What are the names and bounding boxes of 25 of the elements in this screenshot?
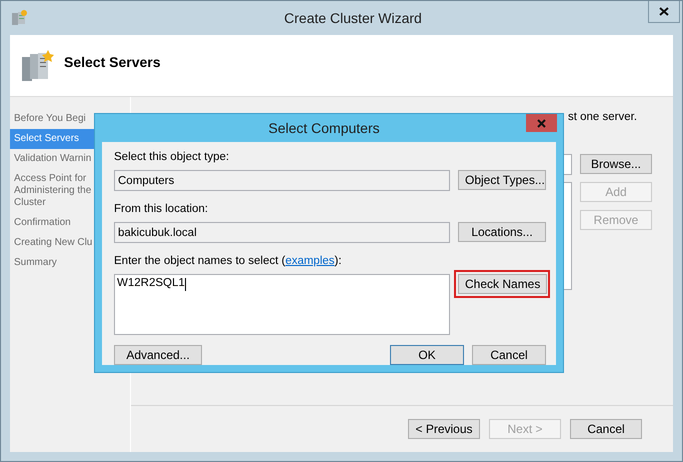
field-label: From this location: — [114, 203, 209, 217]
close-icon — [659, 7, 669, 16]
page-heading: Select Servers — [64, 54, 161, 70]
object-type-field[interactable]: Computers — [114, 170, 450, 191]
dialog-button[interactable]: OK — [390, 345, 464, 365]
field-label: Enter the object names to select (examples): — [114, 255, 343, 269]
servers-icon — [10, 9, 28, 27]
close-icon — [537, 118, 546, 128]
window-title: Create Cluster Wizard — [283, 10, 423, 26]
nav-button[interactable]: < Previous — [408, 419, 480, 439]
side-button[interactable]: Browse... — [580, 154, 652, 174]
servers-icon — [20, 48, 54, 82]
object-names-field[interactable]: W12R2SQL1 — [114, 274, 450, 335]
location-field[interactable]: bakicubuk.local — [114, 222, 450, 243]
examples-link[interactable]: examples — [285, 255, 335, 267]
dialog-button[interactable]: Cancel — [472, 345, 546, 365]
close-button[interactable] — [648, 1, 680, 23]
locations-button[interactable]: Locations... — [458, 222, 546, 242]
nav-button[interactable]: Cancel — [570, 419, 642, 439]
dialog-button[interactable]: Advanced... — [114, 345, 202, 365]
check-names-button[interactable]: Check Names — [458, 274, 548, 294]
dialog-title: Select Computers — [268, 120, 380, 136]
instruction-text: st one server. — [568, 111, 638, 125]
object-types-button[interactable]: Object Types... — [458, 170, 546, 190]
field-label: Select this object type: — [114, 151, 230, 165]
